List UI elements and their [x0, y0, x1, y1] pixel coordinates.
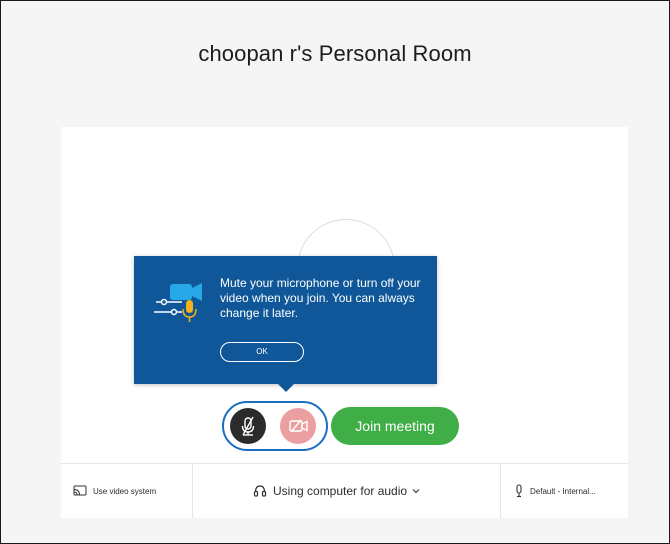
mute-hint-tooltip: Mute your microphone or turn off your vi…: [134, 256, 437, 392]
video-off-icon: [289, 419, 308, 433]
audio-connection-label: Using computer for audio: [273, 484, 408, 498]
divider: [192, 464, 193, 518]
tooltip-message: Mute your microphone or turn off your vi…: [220, 276, 421, 320]
use-video-system-label: Use video system: [93, 486, 157, 496]
chevron-down-icon: [412, 489, 420, 494]
audio-video-toggle-group: [222, 401, 328, 451]
ok-button[interactable]: OK: [220, 342, 304, 362]
audio-connection-dropdown[interactable]: Using computer for audio: [253, 482, 420, 500]
meeting-window: choopan r's Personal Room Mute your micr…: [0, 0, 670, 544]
use-video-system-option[interactable]: Use video system: [73, 483, 156, 499]
video-preview-card: Mute your microphone or turn off your vi…: [61, 127, 628, 518]
room-title: choopan r's Personal Room: [198, 41, 472, 66]
connection-options-bar: Use video system Using computer for audi…: [61, 463, 628, 518]
divider: [500, 464, 501, 518]
headset-icon: [253, 485, 267, 497]
microphone-muted-icon: [241, 416, 255, 436]
tooltip-arrow: [278, 384, 294, 392]
video-off-button[interactable]: [280, 408, 316, 444]
mute-microphone-button[interactable]: [230, 408, 266, 444]
settings-camera-mic-illustration-icon: [152, 278, 208, 328]
join-meeting-button[interactable]: Join meeting: [331, 407, 459, 445]
microphone-icon: [516, 484, 522, 498]
cast-icon: [73, 485, 87, 496]
microphone-device-label: Default - Internal...: [530, 486, 596, 496]
microphone-dropdown[interactable]: Default - Internal...: [514, 483, 596, 499]
